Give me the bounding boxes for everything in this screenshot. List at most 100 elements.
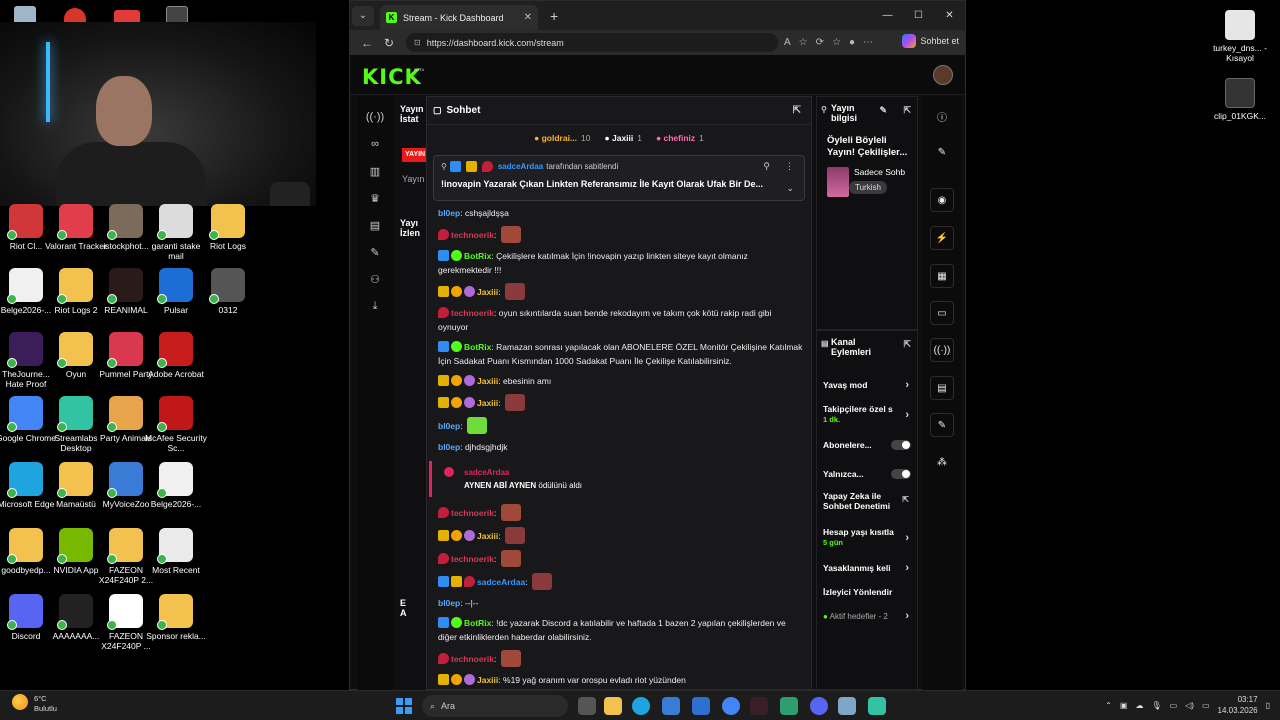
more-options-icon[interactable]: ⋮ [785,161,794,172]
banned-words-row[interactable]: Yasaklanmış keli › [817,559,917,577]
chat-message[interactable]: technoerik: [427,547,811,570]
desktop-icon[interactable]: McAfee Security Sc... [144,396,208,453]
maximize-button[interactable]: ☐ [903,1,934,30]
lightning-icon[interactable]: ⚡ [930,226,954,250]
chat-username[interactable]: bl0ep [438,442,460,452]
chat-message[interactable]: BotRix: !dc yazarak Discord a katılabili… [427,613,811,647]
taskbar-search[interactable]: ⌕ Ara [422,695,568,717]
reward-user[interactable]: sadceArdaa [464,468,509,477]
info-icon[interactable]: ⓘ [930,104,954,128]
chat-message[interactable]: technoerik: [427,647,811,670]
link-icon[interactable]: ∞ [364,133,386,155]
chat-username[interactable]: BotRix [464,342,491,352]
desktop-icon[interactable]: Sponsor rekla... [144,594,208,641]
viewer-redirect-row[interactable]: İzleyici Yönlendir [817,583,917,601]
chat-username[interactable]: bl0ep [438,598,460,608]
edit-icon[interactable]: ✎ [879,105,887,115]
kick-logo[interactable]: KICK [362,65,422,89]
slow-mode-row[interactable]: Yavaş mod › [817,375,917,395]
volume-icon[interactable]: ◁) [1185,701,1194,710]
app-icon[interactable] [750,697,768,715]
read-aloud-icon[interactable]: A [784,37,791,48]
microphone-icon[interactable]: 🎙 [1151,701,1161,710]
trophy-icon[interactable]: ♛ [364,187,386,209]
chat-username[interactable]: technoerik [451,230,494,240]
gifter-2[interactable]: ● Jaxiii 1 [604,133,642,143]
clock[interactable]: 03:17 14.03.2026 [1218,694,1258,716]
tab-actions-button[interactable]: ⌄ [352,5,374,26]
favorite-star-icon[interactable]: ☆ [799,37,808,48]
emote-only-row[interactable]: Yalnızca... [817,465,917,483]
account-age-row[interactable]: Hesap yaşı kısıtla 5 gün › [817,527,917,549]
new-tab-button[interactable]: + [550,8,558,24]
unpin-icon[interactable]: ⚲ [763,161,770,172]
tab-kick-dashboard[interactable]: K Stream - Kick Dashboard ✕ [380,5,538,30]
tray-app-icon[interactable]: ▣ [1120,701,1128,710]
popout-icon[interactable]: ⇱ [903,339,911,349]
notes-icon[interactable]: ▦ [930,264,954,288]
network-icon[interactable]: ▭ [1170,701,1178,710]
pencil-icon[interactable]: ✎ [930,140,954,164]
chat-message[interactable]: BotRix: Ramazan sonrası yapılacak olan A… [427,337,811,371]
refresh-icon[interactable]: ↻ [378,36,400,50]
chevron-down-icon[interactable]: ⌄ [786,183,794,194]
chat-username[interactable]: BotRix [464,251,491,261]
popout-icon[interactable]: ⇱ [793,105,801,116]
wrench-icon[interactable]: ✎ [364,241,386,263]
media-icon[interactable]: ▤ [364,214,386,236]
followers-only-row[interactable]: Takipçilere özel s1 dk. › [817,404,917,426]
start-button[interactable] [396,698,412,714]
chat-username[interactable]: bl0ep [438,421,460,431]
desktop-icon[interactable]: Most Recent [144,528,208,575]
chat-message[interactable]: bl0ep: [427,414,811,437]
subscribers-only-row[interactable]: Abonelere... [817,436,917,454]
store-icon[interactable] [662,697,680,715]
chat-message[interactable]: Jaxiii: ebesinin amı [427,371,811,391]
pinned-by[interactable]: sadceArdaa [498,162,543,171]
notifications-icon[interactable]: ▯ [1266,701,1270,710]
chat-message[interactable]: BotRix: Çekilişlere katılmak İçin !inova… [427,246,811,280]
chat-message[interactable]: technoerik: oyun sıkıntılarda suan bende… [427,303,811,337]
chat-message[interactable]: bl0ep: djhdsgjhdjk [427,437,811,457]
desktop-icon[interactable]: 0312 [196,268,260,315]
chat-username[interactable]: bl0ep [438,208,460,218]
file-explorer-icon[interactable] [604,697,622,715]
pinned-message[interactable]: ⚲ sadceArdaa tarafından sabitlendi !inov… [433,155,805,201]
chat-username[interactable]: sadceArdaa [477,577,525,587]
chat-username[interactable]: technoerik [451,308,494,318]
desktop-icon[interactable]: Riot Logs [196,204,260,251]
analytics-icon[interactable]: ▥ [364,160,386,182]
close-window-button[interactable]: ✕ [934,1,965,30]
layout-icon[interactable]: ▤ [930,376,954,400]
chat-username[interactable]: Jaxiii [477,531,498,541]
chat-username[interactable]: technoerik [451,654,494,664]
emote-only-toggle[interactable] [891,469,911,479]
mail-icon[interactable] [692,697,710,715]
chat-message[interactable]: bl0ep: cshşajldşşa [427,203,811,223]
task-view-icon[interactable] [578,697,596,715]
url-field[interactable]: ⊡ https://dashboard.kick.com/stream [406,33,778,52]
chrome-icon[interactable] [722,697,740,715]
profile-icon[interactable]: ● [849,37,855,48]
chat-message[interactable]: sadceArdaa: [427,570,811,593]
chat-message[interactable]: Jaxiii: [427,524,811,547]
chat-message[interactable]: technoerik: [427,501,811,524]
gifter-3[interactable]: ● chefiniz 1 [656,133,704,143]
upload-icon[interactable]: ⤓ [364,295,386,317]
extensions-icon[interactable]: ⟳ [816,37,824,48]
chat-username[interactable]: Jaxiii [477,376,498,386]
chat-username[interactable]: Jaxiii [477,287,498,297]
chat-message[interactable]: Jaxiii: [427,391,811,414]
wrench-icon[interactable]: ✎ [930,413,954,437]
active-goals-row[interactable]: ● Aktif hedefler - 2 › [817,607,917,625]
chat-username[interactable]: technoerik [451,554,494,564]
chat-username[interactable]: BotRix [464,618,491,628]
desktop-icon[interactable]: Adobe Acrobat [144,332,208,379]
popout-icon[interactable]: ⇱ [903,105,911,115]
favorites-icon[interactable]: ☆ [832,37,841,48]
stream-icon[interactable]: ((·)) [364,106,386,128]
site-info-icon[interactable]: ⊡ [414,38,421,47]
camera-icon[interactable]: ◉ [930,188,954,212]
ai-moderation-row[interactable]: Yapay Zeka ile Sohbet Denetimi ⇱ [817,491,917,521]
chat-username[interactable]: Jaxiii [477,398,498,408]
